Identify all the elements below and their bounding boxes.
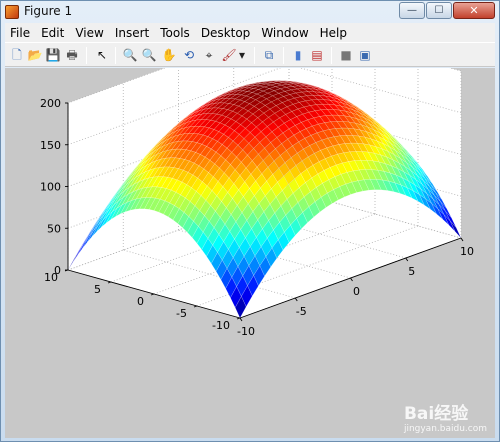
rotate-3d-icon[interactable]: ⟲	[181, 47, 197, 63]
menu-file[interactable]: File	[5, 26, 36, 40]
x-tick-label: 5	[408, 265, 415, 278]
toolbar-separator	[331, 47, 332, 64]
x-tick-mark	[350, 277, 353, 282]
figure-canvas[interactable]: -10 -5 0 5 10 -10 -5 0 5 10 0 50 100 150 200 Bai经验 jin…	[5, 68, 495, 438]
hide-plot-tools-icon[interactable]: ■	[338, 47, 354, 63]
y-tick-label: -10	[212, 319, 230, 332]
new-figure-icon[interactable]: 🗋	[9, 47, 25, 63]
toolbar-separator	[86, 47, 87, 64]
z-tick-label: 150	[40, 139, 61, 152]
data-cursor-icon[interactable]: ⌖	[201, 47, 217, 63]
y-tick-mark	[193, 305, 198, 308]
y-tick-label: 5	[94, 283, 101, 296]
y-tick-mark	[150, 293, 155, 296]
x-tick-mark	[239, 317, 243, 322]
toolbar-separator	[283, 47, 284, 64]
menu-edit[interactable]: Edit	[36, 26, 70, 40]
x-tick-label: 0	[353, 285, 360, 298]
colorbar-icon[interactable]: ▮	[290, 47, 306, 63]
menu-desktop[interactable]: Desktop	[196, 26, 257, 40]
maximize-button[interactable]: ☐	[426, 2, 452, 19]
pan-hand-icon[interactable]: ✋	[161, 47, 177, 63]
open-file-icon[interactable]: 📂	[27, 47, 43, 63]
x-tick-mark	[294, 297, 298, 302]
window-title: Figure 1	[24, 4, 73, 18]
menu-bar: File Edit View Insert Tools Desktop Wind…	[5, 23, 495, 42]
menu-view[interactable]: View	[70, 26, 109, 40]
z-tick-label: 0	[54, 264, 61, 277]
watermark-text: Bai经验	[403, 404, 469, 424]
figure-toolbar: 🗋 📂 💾 🖶 ↖ 🔍 🔍 ✋ ⟲ ⌖ 🖌 ▾ ⧉ ▮ ▤ ■ ▣	[5, 42, 495, 67]
close-button[interactable]: ✕	[453, 2, 495, 19]
brush-icon[interactable]: 🖌	[221, 47, 237, 63]
y-tick-mark	[236, 317, 241, 320]
y-tick-mark	[107, 281, 112, 284]
legend-icon[interactable]: ▤	[309, 47, 325, 63]
menu-tools[interactable]: Tools	[155, 26, 196, 40]
y-tick-label: 0	[137, 295, 144, 308]
show-plot-tools-icon[interactable]: ▣	[357, 47, 373, 63]
window-controls: — ☐ ✕	[399, 2, 495, 19]
x-tick-label: -5	[296, 305, 307, 318]
zoom-out-icon[interactable]: 🔍	[141, 47, 157, 63]
z-tick-label: 50	[47, 222, 61, 235]
save-icon[interactable]: 💾	[45, 47, 61, 63]
z-tick-label: 200	[40, 97, 61, 110]
menu-window[interactable]: Window	[256, 26, 314, 40]
toolbar-separator	[115, 47, 116, 64]
link-plot-icon[interactable]: ⧉	[261, 47, 277, 63]
watermark: Bai经验 jingyan.baidu.com	[404, 399, 487, 434]
x-tick-label: -10	[237, 325, 255, 338]
brush-dropdown-icon[interactable]: ▾	[237, 47, 247, 63]
figure-window: Figure 1 — ☐ ✕ File Edit View Insert Too…	[0, 0, 500, 442]
menu-help[interactable]: Help	[315, 26, 353, 40]
x-tick-label: 10	[460, 245, 474, 258]
menu-insert[interactable]: Insert	[110, 26, 155, 40]
z-tick-label: 100	[40, 181, 61, 194]
print-icon[interactable]: 🖶	[64, 47, 80, 63]
zoom-in-icon[interactable]: 🔍	[122, 47, 138, 63]
y-tick-label: -5	[176, 307, 187, 320]
watermark-url: jingyan.baidu.com	[403, 424, 487, 434]
x-tick-mark	[405, 257, 409, 262]
edit-plot-arrow-icon[interactable]: ↖	[94, 47, 110, 63]
matlab-logo-icon	[5, 5, 19, 19]
minimize-button[interactable]: —	[399, 2, 425, 19]
surface-plot[interactable]: -10-50510-10-50510050100150200	[5, 68, 495, 438]
toolbar-separator	[254, 47, 255, 64]
x-tick-mark	[460, 237, 464, 242]
title-bar[interactable]: Figure 1 — ☐ ✕	[1, 1, 499, 23]
